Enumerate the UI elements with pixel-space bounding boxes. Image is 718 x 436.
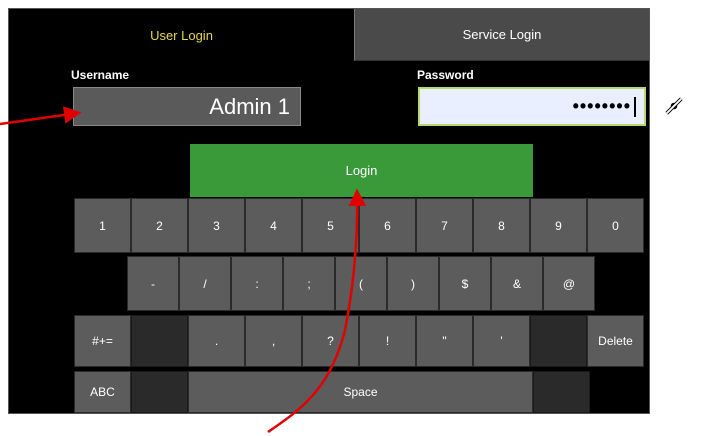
tab-service-login[interactable]: Service Login <box>354 9 649 61</box>
key-abc[interactable]: ABC <box>74 371 131 413</box>
text-caret <box>634 96 636 117</box>
key-open-paren[interactable]: ( <box>335 256 387 311</box>
key-blank <box>530 315 587 367</box>
username-field[interactable]: Admin 1 <box>73 87 301 126</box>
key-4[interactable]: 4 <box>245 198 302 253</box>
key-period[interactable]: . <box>188 315 245 367</box>
eye-slash-icon[interactable] <box>663 95 685 117</box>
key-symbols[interactable]: #+= <box>74 315 131 367</box>
key-slash[interactable]: / <box>179 256 231 311</box>
key-delete[interactable]: Delete <box>587 315 644 367</box>
key-minus[interactable]: - <box>127 256 179 311</box>
key-double-quote[interactable]: " <box>416 315 473 367</box>
login-panel: User Login Service Login Username Passwo… <box>8 8 684 414</box>
key-ampersand[interactable]: & <box>491 256 543 311</box>
key-2[interactable]: 2 <box>131 198 188 253</box>
key-space[interactable]: Space <box>188 371 533 413</box>
username-label: Username <box>71 68 130 82</box>
key-blank <box>533 371 590 413</box>
key-8[interactable]: 8 <box>473 198 530 253</box>
login-button[interactable]: Login <box>190 144 533 197</box>
key-1[interactable]: 1 <box>74 198 131 253</box>
key-dollar[interactable]: $ <box>439 256 491 311</box>
key-exclamation[interactable]: ! <box>359 315 416 367</box>
key-colon[interactable]: : <box>231 256 283 311</box>
key-blank <box>131 315 188 367</box>
key-blank <box>131 371 188 413</box>
password-field[interactable]: •••••••• <box>418 87 646 126</box>
key-close-paren[interactable]: ) <box>387 256 439 311</box>
key-3[interactable]: 3 <box>188 198 245 253</box>
key-6[interactable]: 6 <box>359 198 416 253</box>
key-5[interactable]: 5 <box>302 198 359 253</box>
key-9[interactable]: 9 <box>530 198 587 253</box>
tab-user-login[interactable]: User Login <box>9 9 354 61</box>
password-label: Password <box>417 68 474 82</box>
key-7[interactable]: 7 <box>416 198 473 253</box>
password-mask: •••••••• <box>572 96 631 116</box>
key-apostrophe[interactable]: ' <box>473 315 530 367</box>
key-comma[interactable]: , <box>245 315 302 367</box>
key-0[interactable]: 0 <box>587 198 644 253</box>
key-at[interactable]: @ <box>543 256 595 311</box>
key-semicolon[interactable]: ; <box>283 256 335 311</box>
key-question[interactable]: ? <box>302 315 359 367</box>
